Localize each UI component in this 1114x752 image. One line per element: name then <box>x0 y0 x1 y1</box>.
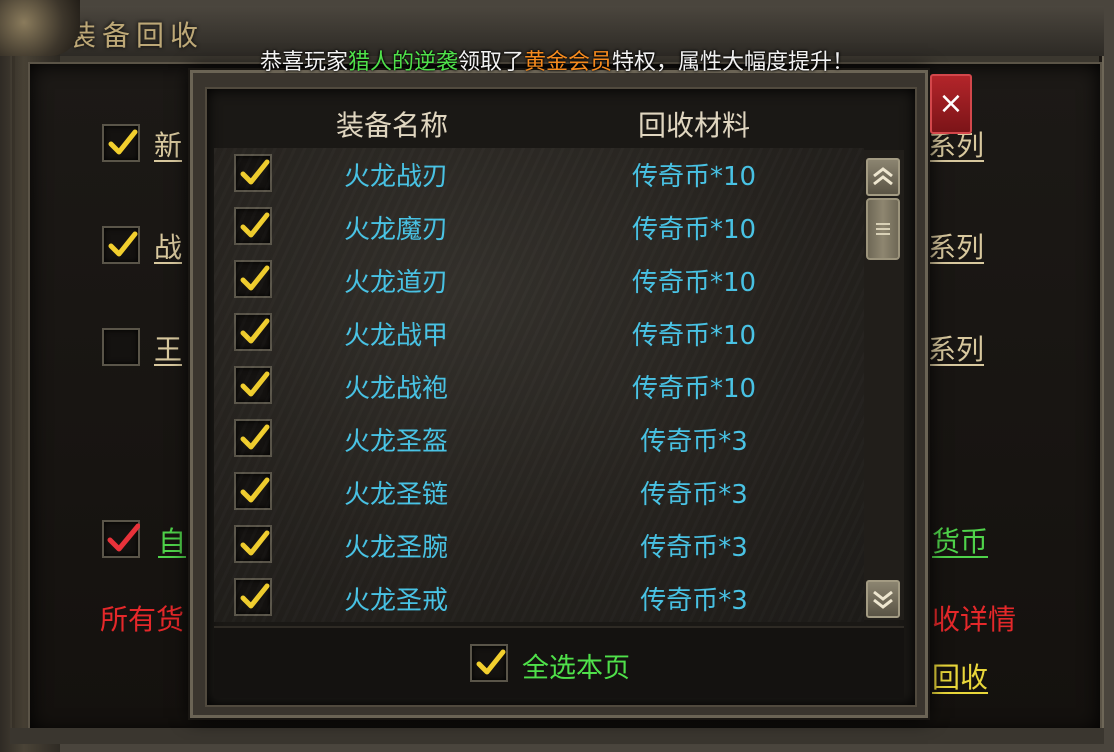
list-item[interactable]: 火龙战袍 传奇币*10 <box>214 360 864 413</box>
item-name: 火龙战刃 <box>343 162 448 192</box>
category-label-left-2[interactable]: 战 <box>154 226 182 266</box>
item-material: 传奇币*3 <box>640 427 748 457</box>
check-icon <box>108 231 138 257</box>
item-checkbox[interactable] <box>234 366 272 404</box>
announcement-suffix: 特权，属性大幅度提升！ <box>612 50 855 75</box>
scroll-up-icon <box>873 167 893 186</box>
recycle-button[interactable]: 回收 <box>932 656 988 696</box>
item-name: 火龙圣戒 <box>343 586 448 616</box>
check-icon <box>240 212 270 238</box>
check-icon <box>240 371 270 397</box>
scroll-down-icon <box>873 590 893 609</box>
item-material: 传奇币*10 <box>631 321 757 351</box>
item-checkbox[interactable] <box>234 207 272 245</box>
item-checkbox[interactable] <box>234 419 272 457</box>
check-icon <box>240 265 270 291</box>
item-name: 火龙魔刃 <box>343 215 448 245</box>
list-item[interactable]: 火龙圣盔 传奇币*3 <box>214 413 864 466</box>
item-material: 传奇币*3 <box>640 533 748 563</box>
item-material: 传奇币*10 <box>631 215 757 245</box>
scrollbar-thumb[interactable] <box>866 198 900 260</box>
recycle-details-text[interactable]: 收详情 <box>932 598 1016 638</box>
announcement-banner: 恭喜玩家猎人的逆袭领取了黄金会员特权，属性大幅度提升！ <box>0 44 1114 76</box>
item-material: 传奇币*10 <box>631 162 757 192</box>
category-label-right-2[interactable]: 系列 <box>928 226 984 266</box>
item-name: 火龙圣链 <box>343 480 448 510</box>
announcement-vip: 黄金会员 <box>524 50 613 75</box>
category-checkbox-1[interactable] <box>102 124 140 162</box>
list-item[interactable]: 火龙圣戒 传奇币*3 <box>214 572 864 622</box>
item-checkbox[interactable] <box>234 472 272 510</box>
check-icon <box>240 583 270 609</box>
header-recycle-material: 回收材料 <box>638 109 751 142</box>
equipment-list: 火龙战刃 传奇币*10 火龙魔刃 传奇币*10 火龙道刃 传奇币*10 火龙战甲… <box>214 148 864 622</box>
check-icon <box>240 318 270 344</box>
header-equipment-name: 装备名称 <box>336 109 449 142</box>
item-checkbox[interactable] <box>234 313 272 351</box>
item-name: 火龙道刃 <box>343 268 448 298</box>
close-icon: × <box>938 86 964 121</box>
item-material: 传奇币*3 <box>640 586 748 616</box>
category-label-left-3[interactable]: 王 <box>154 328 182 368</box>
item-material: 传奇币*10 <box>631 268 757 298</box>
announcement-middle: 领取了 <box>457 50 524 75</box>
scroll-up-button[interactable] <box>866 158 900 196</box>
announcement-prefix: 恭喜玩家 <box>259 50 348 75</box>
item-material: 传奇币*3 <box>640 480 748 510</box>
list-item[interactable]: 火龙战甲 传奇币*10 <box>214 307 864 360</box>
check-icon <box>476 649 506 675</box>
check-icon <box>107 523 140 552</box>
item-checkbox[interactable] <box>234 154 272 192</box>
item-name: 火龙圣腕 <box>343 533 448 563</box>
auto-recycle-checkbox[interactable] <box>102 520 140 558</box>
announcement-player: 猎人的逆袭 <box>347 50 458 75</box>
check-icon <box>240 159 270 185</box>
item-name: 火龙战袍 <box>343 374 448 404</box>
check-icon <box>108 129 138 155</box>
item-name: 火龙圣盔 <box>343 427 448 457</box>
scroll-down-button[interactable] <box>866 580 900 618</box>
list-item[interactable]: 火龙圣腕 传奇币*3 <box>214 519 864 572</box>
list-item[interactable]: 火龙魔刃 传奇币*10 <box>214 201 864 254</box>
category-label-right-3[interactable]: 系列 <box>928 328 984 368</box>
item-name: 火龙战甲 <box>343 321 448 351</box>
check-icon <box>240 424 270 450</box>
item-material: 传奇币*10 <box>631 374 757 404</box>
all-currency-text: 所有货 <box>100 603 185 636</box>
check-icon <box>240 530 270 556</box>
check-icon <box>240 477 270 503</box>
select-all-checkbox[interactable] <box>470 644 508 682</box>
item-checkbox[interactable] <box>234 260 272 298</box>
category-checkbox-3[interactable] <box>102 328 140 366</box>
auto-recycle-label[interactable]: 自 <box>158 520 186 560</box>
category-label-left-1[interactable]: 新 <box>154 124 182 164</box>
item-checkbox[interactable] <box>234 525 272 563</box>
close-button[interactable]: × <box>930 74 972 134</box>
list-item[interactable]: 火龙战刃 传奇币*10 <box>214 148 864 201</box>
category-checkbox-2[interactable] <box>102 226 140 264</box>
list-item[interactable]: 火龙道刃 传奇币*10 <box>214 254 864 307</box>
item-checkbox[interactable] <box>234 578 272 616</box>
currency-link[interactable]: 货币 <box>932 520 988 560</box>
window-footer-strip <box>10 728 1104 744</box>
scroll-thumb-grip-icon <box>876 223 890 235</box>
list-item[interactable]: 火龙圣链 传奇币*3 <box>214 466 864 519</box>
select-all-label[interactable]: 全选本页 <box>522 646 630 685</box>
